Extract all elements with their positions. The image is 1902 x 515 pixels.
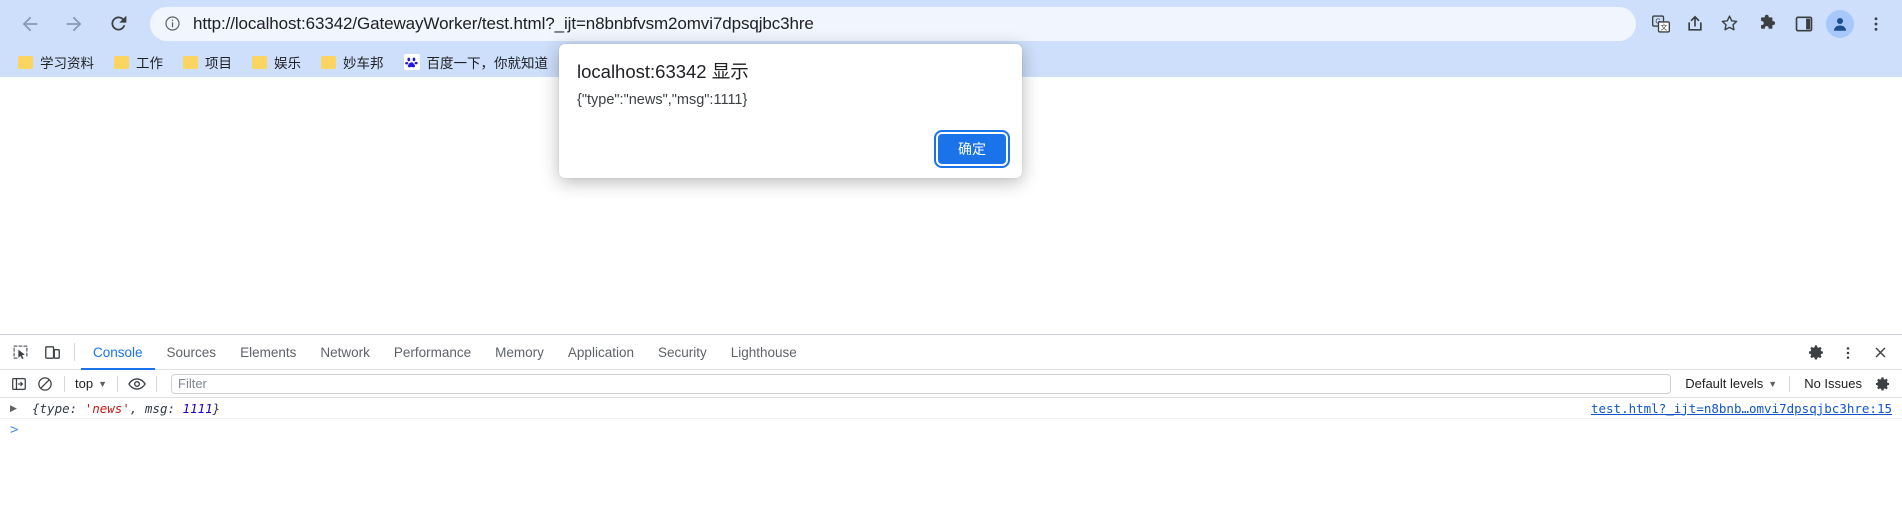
log-value-type: 'news': [84, 400, 130, 416]
devtools-tabbar: Console Sources Elements Network Perform…: [0, 335, 1902, 370]
devtools-close-icon[interactable]: [1865, 339, 1895, 367]
devtools-panel: Console Sources Elements Network Perform…: [0, 334, 1902, 515]
device-toolbar-icon[interactable]: [37, 338, 67, 366]
eye-icon[interactable]: [124, 372, 150, 396]
extensions-puzzle-icon[interactable]: [1750, 6, 1786, 42]
dialog-message: {"type":"news","msg":1111}: [577, 92, 748, 108]
console-context-value: top: [75, 376, 94, 391]
bookmark-item[interactable]: 工作: [106, 49, 171, 75]
bookmark-star-icon[interactable]: [1712, 7, 1746, 41]
back-arrow-icon: [19, 13, 41, 35]
console-prompt-row[interactable]: >: [0, 419, 1902, 440]
chevron-down-icon: ▼: [98, 378, 107, 389]
tab-lighthouse[interactable]: Lighthouse: [719, 335, 809, 370]
log-value-msg: 1111: [182, 400, 213, 416]
folder-icon: [114, 55, 129, 69]
bookmark-label: 娱乐: [274, 56, 301, 71]
toolbar-divider: [74, 343, 75, 361]
log-brace-close: }: [212, 400, 221, 416]
console-output: ▶ {type: 'news', msg: 1111} test.html?_i…: [0, 398, 1902, 514]
devtools-settings-gear-icon[interactable]: [1801, 339, 1831, 367]
console-toolbar: top ▼ Default levels ▼ No Issues: [0, 370, 1902, 398]
bookmark-label: 学习资料: [40, 56, 94, 71]
console-toolbar-divider: [156, 375, 157, 392]
bookmark-item[interactable]: 妙车邦: [313, 49, 392, 75]
javascript-alert-dialog: localhost:63342 显示 {"type":"news","msg":…: [559, 44, 1022, 178]
console-sidebar-toggle-icon[interactable]: [6, 372, 32, 396]
avatar: [1826, 9, 1854, 38]
forward-button[interactable]: [56, 6, 92, 42]
clear-console-icon[interactable]: [32, 372, 58, 396]
tab-memory[interactable]: Memory: [483, 335, 556, 370]
console-log-row[interactable]: ▶ {type: 'news', msg: 1111} test.html?_i…: [0, 398, 1902, 419]
side-panel-icon[interactable]: [1786, 6, 1822, 42]
info-circle-icon[interactable]: [164, 15, 181, 32]
browser-toolbar: http://localhost:63342/GatewayWorker/tes…: [0, 0, 1902, 47]
bookmark-label: 工作: [136, 56, 163, 71]
folder-icon: [321, 55, 336, 69]
bookmark-item[interactable]: 项目: [175, 49, 240, 75]
bookmark-item[interactable]: 娱乐: [244, 49, 309, 75]
back-button[interactable]: [12, 6, 48, 42]
console-settings-gear-icon[interactable]: [1870, 372, 1896, 396]
console-source-link[interactable]: test.html?_ijt=n8bnb…omvi7dpsqjbc3hre:15: [1591, 401, 1892, 416]
folder-icon: [18, 55, 33, 69]
tab-security[interactable]: Security: [646, 335, 719, 370]
console-toolbar-divider: [117, 375, 118, 392]
issues-counter[interactable]: No Issues: [1796, 376, 1870, 391]
url-text: http://localhost:63342/GatewayWorker/tes…: [193, 13, 814, 33]
reload-icon: [108, 13, 129, 34]
log-key-msg: msg:: [144, 400, 183, 416]
console-log-message: {type: 'news', msg: 1111}: [32, 401, 220, 416]
devtools-right-actions: [1800, 335, 1896, 370]
tab-sources[interactable]: Sources: [155, 335, 229, 370]
inspect-element-icon[interactable]: [5, 338, 35, 366]
tab-performance[interactable]: Performance: [382, 335, 483, 370]
console-context-select[interactable]: top ▼: [71, 373, 111, 395]
profile-avatar-icon[interactable]: [1822, 6, 1858, 42]
translate-icon[interactable]: G 文: [1644, 7, 1678, 41]
chrome-menu-icon[interactable]: [1858, 6, 1894, 42]
console-toolbar-divider: [64, 375, 65, 392]
bookmark-label: 妙车邦: [343, 56, 384, 71]
console-log-levels-value: Default levels: [1685, 376, 1764, 391]
browser-tool-actions: [1750, 6, 1894, 42]
tab-elements[interactable]: Elements: [228, 335, 308, 370]
devtools-more-options-icon[interactable]: [1833, 339, 1863, 367]
bookmark-label: 项目: [205, 56, 232, 71]
chevron-down-icon: ▼: [1768, 378, 1778, 389]
forward-arrow-icon: [63, 13, 85, 35]
svg-text:文: 文: [1660, 22, 1667, 31]
tab-application[interactable]: Application: [556, 335, 646, 370]
console-toolbar-divider: [1789, 375, 1791, 392]
omnibox-actions: G 文: [1644, 7, 1746, 41]
log-key-type: type:: [39, 400, 85, 416]
dialog-ok-button[interactable]: 确定: [934, 130, 1010, 168]
expand-triangle-icon[interactable]: ▶: [10, 403, 22, 414]
tab-console[interactable]: Console: [81, 335, 155, 370]
console-prompt-caret-icon: >: [10, 421, 19, 438]
log-separator: ,: [129, 400, 145, 416]
folder-icon: [252, 55, 267, 69]
console-filter-input[interactable]: [171, 373, 1672, 394]
baidu-favicon: [403, 54, 420, 70]
bookmark-label: 百度一下，你就知道: [426, 56, 549, 71]
reload-button[interactable]: [100, 6, 136, 42]
console-log-levels-select[interactable]: Default levels ▼: [1679, 373, 1783, 395]
share-icon[interactable]: [1678, 7, 1712, 41]
dialog-title: localhost:63342 显示: [577, 61, 749, 82]
log-brace-open: {: [32, 400, 40, 416]
bookmark-item[interactable]: 百度一下，你就知道: [396, 49, 557, 75]
address-bar[interactable]: http://localhost:63342/GatewayWorker/tes…: [150, 6, 1636, 41]
bookmark-item[interactable]: 学习资料: [10, 49, 102, 75]
folder-icon: [183, 55, 198, 69]
tab-network[interactable]: Network: [308, 335, 382, 370]
